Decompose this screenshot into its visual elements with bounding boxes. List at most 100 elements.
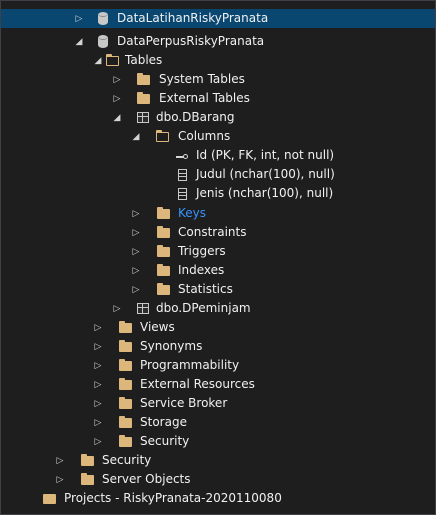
folder-icon [155, 263, 171, 278]
tree-node-projects[interactable]: Projects - RiskyPranata-2020110080 [1, 489, 435, 508]
table-icon [135, 110, 151, 125]
folder-icon [117, 339, 133, 354]
expand-arrow-icon[interactable]: ▷ [55, 451, 65, 470]
tree-node-label: dbo.DBarang [156, 110, 235, 124]
tree-node-server-objects[interactable]: ▷ Server Objects [1, 470, 435, 489]
tree-node-statistics[interactable]: ▷ Statistics [1, 280, 435, 299]
tree-node-label: Constraints [178, 225, 247, 239]
tree-node-label: Indexes [178, 263, 225, 277]
tree-node-security-server[interactable]: ▷ Security [1, 451, 435, 470]
table-icon [135, 301, 151, 316]
tree-node-dbarang[interactable]: ◢ dbo.DBarang [1, 108, 435, 127]
tree-node-dpeminjam[interactable]: ▷ dbo.DPeminjam [1, 299, 435, 318]
tree-node-tables[interactable]: ◢ Tables [1, 51, 435, 70]
folder-icon [117, 396, 133, 411]
tree-node-label: Views [140, 320, 175, 334]
expand-arrow-icon[interactable]: ▷ [93, 413, 103, 432]
tree-node-label: Storage [140, 415, 187, 429]
tree-node-service-broker[interactable]: ▷ Service Broker [1, 394, 435, 413]
folder-icon [155, 282, 171, 297]
tree-node-synonyms[interactable]: ▷ Synonyms [1, 337, 435, 356]
expand-arrow-icon[interactable]: ▷ [93, 318, 103, 337]
key-icon [175, 148, 191, 163]
folder-icon [135, 72, 151, 87]
expand-arrow-icon[interactable]: ▷ [74, 9, 84, 28]
tree-node-triggers[interactable]: ▷ Triggers [1, 242, 435, 261]
database-icon [95, 34, 111, 49]
tree-node-programmability[interactable]: ▷ Programmability [1, 356, 435, 375]
tree-node-external-tables[interactable]: ▷ External Tables [1, 89, 435, 108]
expand-arrow-icon[interactable]: ▷ [131, 204, 141, 223]
tree-node-label: DataLatihanRiskyPranata [117, 11, 269, 25]
expand-arrow-icon[interactable]: ▷ [93, 356, 103, 375]
collapse-arrow-icon[interactable]: ◢ [112, 108, 122, 127]
tree-node-label: Programmability [140, 358, 240, 372]
tree-node-column-id[interactable]: Id (PK, FK, int, not null) [1, 146, 435, 165]
tree-node-storage[interactable]: ▷ Storage [1, 413, 435, 432]
tree-node-label: Statistics [178, 282, 233, 296]
folder-icon [117, 434, 133, 449]
expand-arrow-icon[interactable]: ▷ [131, 261, 141, 280]
column-icon [175, 167, 191, 182]
object-explorer-tree: ▷ DataLatihanRiskyPranata ◢ DataPerpusRi… [0, 0, 436, 515]
tree-node-label: DataPerpusRiskyPranata [117, 34, 265, 48]
tree-node-external-resources[interactable]: ▷ External Resources [1, 375, 435, 394]
tree-node-db-perpus[interactable]: ◢ DataPerpusRiskyPranata [1, 32, 435, 51]
folder-icon [117, 377, 133, 392]
tree-node-label: System Tables [159, 72, 245, 86]
folder-icon [155, 206, 171, 221]
folder-icon [155, 244, 171, 259]
expand-arrow-icon[interactable]: ▷ [131, 280, 141, 299]
expand-arrow-icon[interactable]: ▷ [93, 375, 103, 394]
folder-open-icon [104, 53, 120, 68]
collapse-arrow-icon[interactable]: ◢ [131, 127, 141, 146]
collapse-arrow-icon[interactable]: ◢ [93, 51, 103, 70]
tree-node-column-judul[interactable]: Judul (nchar(100), null) [1, 165, 435, 184]
expand-arrow-icon[interactable]: ▷ [93, 337, 103, 356]
tree-node-security-db[interactable]: ▷ Security [1, 432, 435, 451]
folder-icon [135, 91, 151, 106]
tree-node-label: Id (PK, FK, int, not null) [196, 148, 335, 162]
tree-node-label: Service Broker [140, 396, 228, 410]
tree-node-db-latihan[interactable]: ▷ DataLatihanRiskyPranata [1, 9, 435, 28]
folder-icon [117, 358, 133, 373]
tree-node-label: Synonyms [140, 339, 203, 353]
expand-arrow-icon[interactable]: ▷ [131, 242, 141, 261]
expand-arrow-icon[interactable]: ▷ [93, 432, 103, 451]
column-icon [175, 186, 191, 201]
folder-icon [117, 320, 133, 335]
project-folder-icon [41, 491, 57, 506]
tree-node-label: Tables [125, 53, 163, 67]
tree-node-indexes[interactable]: ▷ Indexes [1, 261, 435, 280]
folder-icon [155, 225, 171, 240]
expand-arrow-icon[interactable]: ▷ [112, 89, 122, 108]
tree-node-label: Projects - RiskyPranata-2020110080 [64, 491, 282, 505]
folder-icon [79, 453, 95, 468]
tree-node-label: Judul (nchar(100), null) [196, 167, 335, 181]
tree-node-views[interactable]: ▷ Views [1, 318, 435, 337]
tree-node-system-tables[interactable]: ▷ System Tables [1, 70, 435, 89]
tree-node-label: Triggers [178, 244, 226, 258]
tree-node-label: Columns [178, 129, 231, 143]
tree-node-label: Security [140, 434, 190, 448]
tree-node-label: Security [102, 453, 152, 467]
tree-node-label: Keys [178, 206, 207, 220]
collapse-arrow-icon[interactable]: ◢ [74, 32, 84, 51]
folder-icon [79, 472, 95, 487]
expand-arrow-icon[interactable]: ▷ [112, 299, 122, 318]
tree-node-columns[interactable]: ◢ Columns [1, 127, 435, 146]
folder-open-icon [154, 129, 170, 144]
tree-node-constraints[interactable]: ▷ Constraints [1, 223, 435, 242]
tree-node-label: dbo.DPeminjam [156, 301, 251, 315]
tree-node-label: Jenis (nchar(100), null) [196, 186, 334, 200]
tree-node-label: External Resources [140, 377, 255, 391]
folder-icon [117, 415, 133, 430]
database-icon [95, 11, 111, 26]
expand-arrow-icon[interactable]: ▷ [131, 223, 141, 242]
tree-node-column-jenis[interactable]: Jenis (nchar(100), null) [1, 184, 435, 203]
expand-arrow-icon[interactable]: ▷ [112, 70, 122, 89]
tree-node-label: External Tables [159, 91, 250, 105]
expand-arrow-icon[interactable]: ▷ [55, 470, 65, 489]
expand-arrow-icon[interactable]: ▷ [93, 394, 103, 413]
tree-node-keys[interactable]: ▷ Keys [1, 204, 435, 223]
